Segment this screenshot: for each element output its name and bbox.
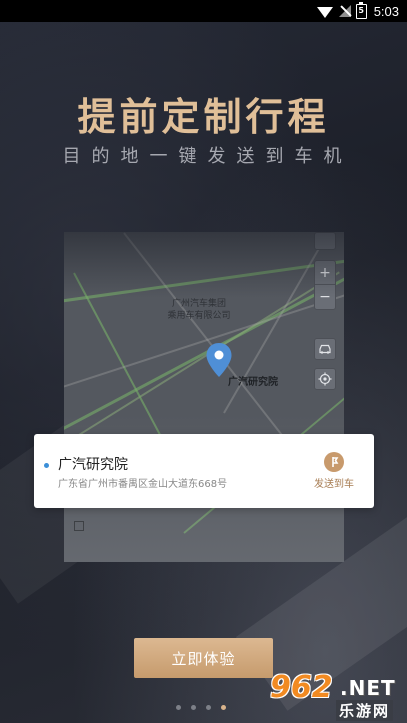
page-subtitle: 目的地一键发送到车机 (62, 146, 353, 167)
car-icon (319, 344, 331, 354)
page-dot-active[interactable] (221, 705, 226, 710)
map-company-label: 广州汽车集团 乘用车有限公司 (167, 299, 231, 321)
locate-button[interactable] (314, 368, 336, 390)
battery-icon: 5 (355, 1, 367, 19)
map-pin-label: 广汽研究院 (228, 377, 278, 388)
send-to-car-button[interactable]: 发送到车 (306, 452, 362, 492)
map-checkbox[interactable] (74, 521, 84, 531)
map-preview: 广州汽车集团 乘用车有限公司 + − 广汽研究院 (64, 232, 344, 562)
page-dot[interactable] (176, 705, 181, 710)
location-dot (44, 463, 49, 468)
zoom-control: + − (314, 260, 336, 310)
zoom-in-button[interactable]: + (315, 261, 335, 285)
wifi-icon (316, 6, 333, 18)
map-layer-button[interactable] (314, 232, 336, 250)
page-title: 提前定制行程 (77, 94, 330, 139)
zoom-out-button[interactable]: − (315, 285, 335, 309)
send-to-car-label: 发送到车 (314, 479, 354, 490)
status-bar: 5 5:03 (0, 0, 407, 22)
page-dot[interactable] (206, 705, 211, 710)
destination-card[interactable]: 广汽研究院 广东省广州市番禺区金山大道东668号 发送到车 (34, 434, 374, 508)
send-icon (324, 452, 344, 472)
locate-icon (318, 372, 332, 386)
watermark-logo: 962 .NET 乐游网 (270, 670, 396, 721)
page-indicator (176, 705, 226, 710)
car-button[interactable] (314, 338, 336, 360)
destination-title: 广汽研究院 (58, 457, 128, 473)
try-now-button[interactable]: 立即体验 (134, 638, 273, 678)
no-signal-icon (338, 5, 351, 17)
destination-address: 广东省广州市番禺区金山大道东668号 (58, 479, 228, 490)
map-road (64, 272, 344, 435)
page-dot[interactable] (191, 705, 196, 710)
status-time: 5:03 (373, 3, 399, 19)
